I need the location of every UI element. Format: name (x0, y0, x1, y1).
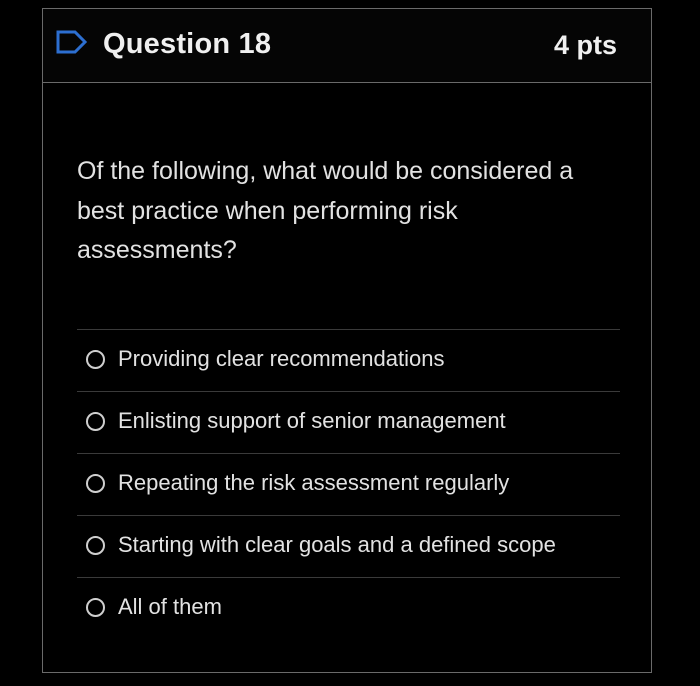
answer-option-label[interactable]: Repeating the risk assessment regularly (118, 470, 509, 496)
answer-options: Providing clear recommendations Enlistin… (77, 329, 620, 639)
radio-button[interactable] (86, 350, 105, 369)
question-text: Of the following, what would be consider… (77, 157, 574, 264)
flag-outline-icon[interactable] (55, 29, 89, 55)
answer-option[interactable]: Repeating the risk assessment regularly (77, 453, 620, 515)
answer-option[interactable]: Providing clear recommendations (77, 329, 620, 391)
answer-option[interactable]: Enlisting support of senior management (77, 391, 620, 453)
radio-button[interactable] (86, 598, 105, 617)
answer-option[interactable]: Starting with clear goals and a defined … (77, 515, 620, 577)
answer-option-label[interactable]: All of them (118, 594, 222, 620)
radio-button[interactable] (86, 474, 105, 493)
answer-option-label[interactable]: Starting with clear goals and a defined … (118, 532, 556, 558)
answer-option[interactable]: All of them (77, 577, 620, 639)
question-header: Question 18 4 pts (43, 9, 651, 83)
radio-button[interactable] (86, 412, 105, 431)
question-title: Question 18 (103, 28, 272, 60)
answer-option-label[interactable]: Enlisting support of senior management (118, 408, 506, 434)
question-card: Question 18 4 pts Of the following, what… (42, 8, 652, 673)
answer-option-label[interactable]: Providing clear recommendations (118, 346, 445, 372)
radio-button[interactable] (86, 536, 105, 555)
question-points: 4 pts (553, 30, 617, 60)
